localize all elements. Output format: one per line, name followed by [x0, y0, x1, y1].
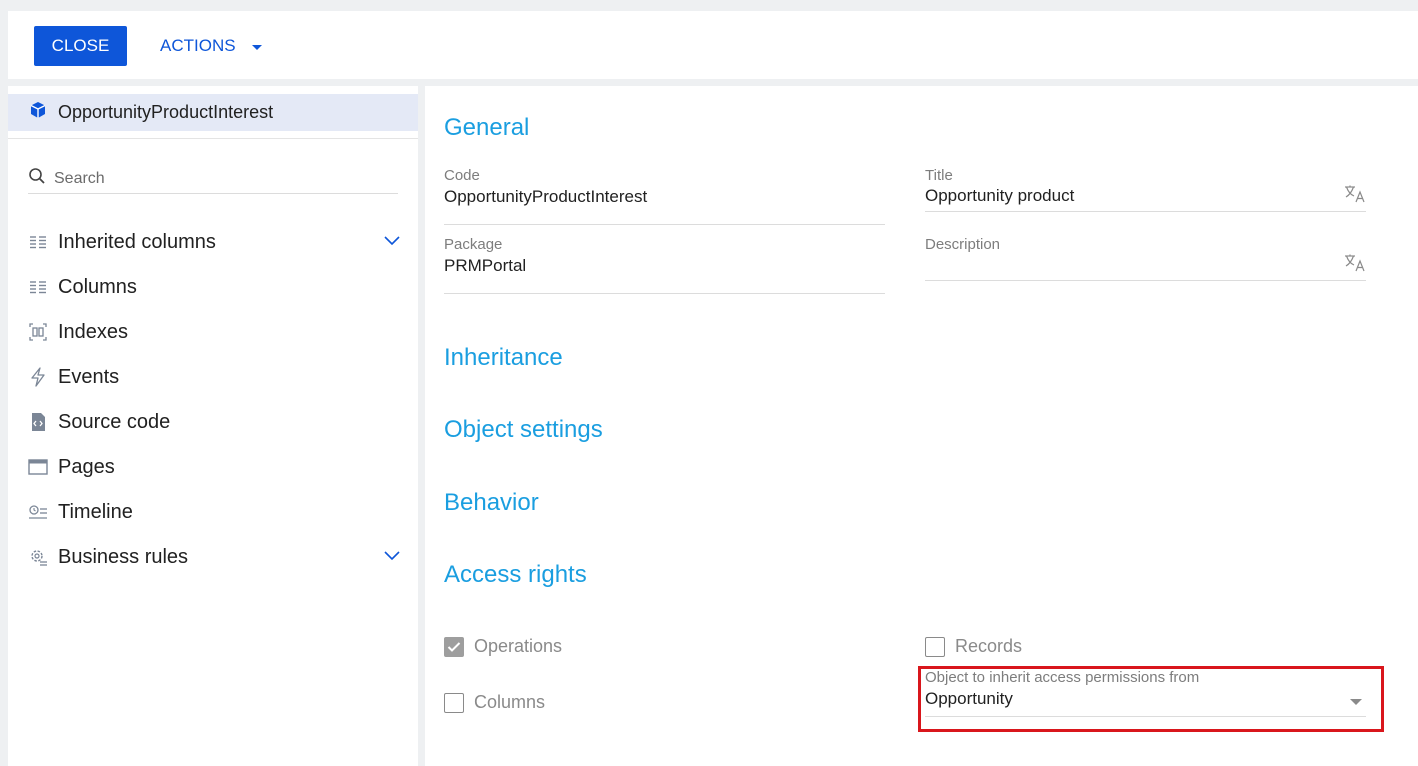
code-label: Code — [444, 167, 480, 184]
sidebar-item-indexes[interactable]: Indexes — [28, 314, 400, 350]
sidebar-item-label: Timeline — [58, 500, 133, 523]
gear-rules-icon — [28, 547, 48, 567]
sidebar-item-inherited-columns[interactable]: Inherited columns — [28, 224, 400, 260]
columns-label: Columns — [474, 692, 546, 712]
indexes-icon — [28, 322, 48, 342]
section-object-settings[interactable]: Object settings — [444, 416, 603, 444]
sidebar-item-label: Events — [58, 365, 120, 388]
checkbox-checked[interactable] — [444, 636, 464, 657]
close-button[interactable]: CLOSE — [34, 26, 127, 66]
actions-label: ACTIONS — [160, 36, 236, 55]
main-panel: General Code OpportunityProductInterest … — [425, 86, 1418, 766]
columns-checkbox[interactable]: Columns — [444, 692, 545, 713]
divider — [8, 138, 418, 139]
package-value[interactable]: PRMPortal — [444, 256, 526, 276]
dropdown-arrow-icon[interactable] — [1350, 699, 1362, 705]
records-checkbox[interactable]: Records — [925, 636, 1022, 657]
sidebar-item-label: Inherited columns — [58, 230, 216, 253]
title-label: Title — [925, 167, 953, 184]
title-field[interactable]: Title Opportunity product — [925, 167, 1366, 212]
sidebar-item-label: Business rules — [58, 545, 189, 568]
sidebar-item-source-code[interactable]: Source code — [28, 404, 400, 440]
window-icon — [28, 457, 48, 477]
sidebar-item-pages[interactable]: Pages — [28, 449, 400, 485]
sidebar-item-columns[interactable]: Columns — [28, 269, 400, 305]
toolbar: CLOSE ACTIONS — [8, 11, 1418, 79]
inherit-access-label: Object to inherit access permissions fro… — [925, 669, 1200, 686]
section-general[interactable]: General — [444, 114, 529, 142]
code-field[interactable]: Code OpportunityProductInterest — [444, 167, 885, 225]
title-value[interactable]: Opportunity product — [925, 186, 1074, 206]
sidebar-item-business-rules[interactable]: Business rules — [28, 539, 400, 575]
chevron-down-icon[interactable] — [384, 233, 400, 251]
inherit-access-select[interactable]: Object to inherit access permissions fro… — [925, 669, 1366, 717]
section-behavior[interactable]: Behavior — [444, 489, 539, 517]
checkbox-unchecked[interactable] — [444, 692, 464, 713]
timeline-icon — [28, 502, 48, 522]
search-field[interactable]: Search — [28, 164, 398, 194]
columns-list-icon — [28, 232, 48, 252]
sidebar-item-label: Source code — [58, 410, 171, 433]
package-label: Package — [444, 236, 503, 253]
section-inheritance[interactable]: Inheritance — [444, 344, 563, 372]
search-input[interactable]: Search — [54, 170, 105, 188]
checkbox-unchecked[interactable] — [925, 636, 945, 657]
translate-icon[interactable] — [1344, 185, 1366, 208]
source-code-icon — [28, 412, 48, 432]
chevron-down-icon[interactable] — [384, 548, 400, 566]
sidebar-item-timeline[interactable]: Timeline — [28, 494, 400, 530]
sidebar-item-label: Columns — [58, 275, 137, 298]
translate-icon[interactable] — [1344, 254, 1366, 277]
operations-label: Operations — [474, 636, 563, 656]
records-label: Records — [955, 636, 1023, 656]
sidebar-item-label: Indexes — [58, 320, 129, 343]
columns-list-icon — [28, 277, 48, 297]
object-name: OpportunityProductInterest — [58, 102, 274, 122]
operations-checkbox[interactable]: Operations — [444, 636, 562, 657]
sidebar-item-label: Pages — [58, 455, 115, 478]
package-field[interactable]: Package PRMPortal — [444, 236, 885, 294]
sidebar-item-events[interactable]: Events — [28, 359, 400, 395]
object-header[interactable]: OpportunityProductInterest — [8, 94, 418, 131]
search-icon — [28, 167, 46, 190]
lightning-icon — [28, 367, 48, 387]
caret-down-icon — [251, 44, 262, 50]
inherit-access-value[interactable]: Opportunity — [925, 689, 1013, 709]
code-value[interactable]: OpportunityProductInterest — [444, 187, 647, 207]
section-access-rights[interactable]: Access rights — [444, 561, 587, 589]
actions-button[interactable]: ACTIONS — [160, 26, 262, 66]
description-label: Description — [925, 236, 1001, 253]
cube-icon — [28, 100, 48, 125]
sidebar: OpportunityProductInterest Search Inheri… — [8, 86, 418, 766]
description-field[interactable]: Description — [925, 236, 1366, 281]
